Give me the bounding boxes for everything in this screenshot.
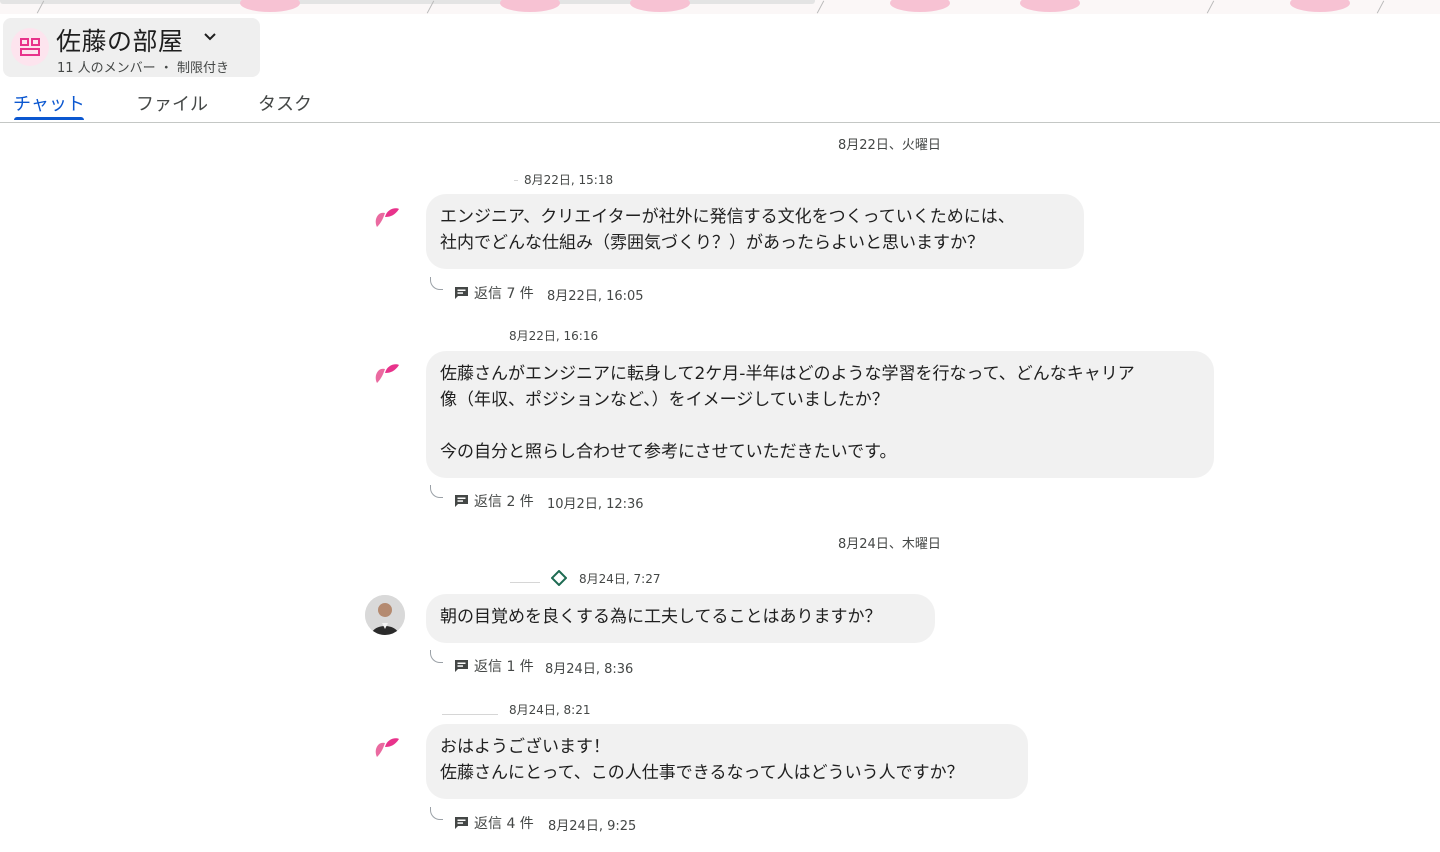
banner-petal <box>240 0 300 12</box>
tab-files[interactable]: ファイル <box>136 90 208 116</box>
reply-count: 返信 7 件 <box>474 286 534 302</box>
sender-name-redacted <box>510 582 540 583</box>
banner-petal <box>1020 0 1080 12</box>
petal-avatar-icon <box>375 208 399 227</box>
space-grid-icon <box>20 38 40 56</box>
petal-avatar-icon <box>375 364 399 383</box>
banner-petal <box>1290 0 1350 12</box>
sender-avatar[interactable] <box>366 352 406 392</box>
chevron-down-icon[interactable] <box>203 32 217 42</box>
tab-tasks[interactable]: タスク <box>258 90 312 116</box>
sender-avatar[interactable] <box>365 595 405 635</box>
last-reply-time: 8月24日, 8:36 <box>545 662 634 677</box>
last-reply-time: 8月22日, 16:05 <box>547 289 644 304</box>
reply-count: 返信 4 件 <box>474 816 534 832</box>
message-timestamp: 8月24日, 8:21 <box>509 703 591 717</box>
space-header-button[interactable]: 佐藤の部屋 11 人のメンバー ・ 制限付き <box>3 18 260 77</box>
comment-icon <box>455 817 468 829</box>
banner-petal <box>630 0 690 12</box>
thread-replies-link[interactable]: 返信 4 件 8月24日, 9:25 <box>430 807 690 834</box>
message-bubble[interactable]: 佐藤さんがエンジニアに転身して2ケ月-半年はどのような学習を行なって、どんなキャ… <box>426 351 1214 478</box>
reply-count: 返信 1 件 <box>474 659 534 675</box>
message-timestamp: 8月24日, 7:27 <box>579 572 661 586</box>
space-avatar <box>11 28 49 66</box>
active-tab-indicator <box>14 117 84 120</box>
last-reply-time: 8月24日, 9:25 <box>548 819 637 834</box>
comment-icon <box>455 495 468 507</box>
sender-avatar[interactable] <box>366 196 406 236</box>
banner-branch <box>816 0 825 14</box>
space-member-info: 11 人のメンバー ・ 制限付き <box>57 61 229 76</box>
top-scroll-strip <box>0 0 815 4</box>
space-title: 佐藤の部屋 <box>56 27 184 56</box>
reply-count: 返信 2 件 <box>474 494 534 510</box>
thread-replies-link[interactable]: 返信 7 件 8月22日, 16:05 <box>430 277 690 304</box>
tab-bar: チャット ファイル タスク <box>0 86 1440 123</box>
comment-icon <box>455 287 468 299</box>
thread-connector <box>430 807 443 820</box>
thread-connector <box>430 277 443 290</box>
sender-avatar[interactable] <box>366 726 406 766</box>
comment-icon <box>455 660 468 672</box>
thread-connector <box>430 485 443 498</box>
message-bubble[interactable]: 朝の目覚めを良くする為に工夫してることはありますか？ <box>426 594 935 643</box>
verified-badge-icon <box>551 570 567 586</box>
sender-name-redacted <box>514 180 518 181</box>
header-banner <box>0 0 1440 14</box>
tab-chat[interactable]: チャット <box>13 90 85 116</box>
last-reply-time: 10月2日, 12:36 <box>547 497 644 512</box>
message-bubble[interactable]: エンジニア、クリエイターが社外に発信する文化をつくっていくためには、 社内でどん… <box>426 194 1084 269</box>
date-divider: 8月24日、木曜日 <box>838 537 941 552</box>
message-bubble[interactable]: おはようございます！ 佐藤さんにとって、この人仕事できるなって人はどういう人です… <box>426 724 1028 799</box>
user-photo-icon <box>365 595 405 635</box>
banner-petal <box>500 0 560 12</box>
thread-replies-link[interactable]: 返信 2 件 10月2日, 12:36 <box>430 485 690 512</box>
date-divider: 8月22日、火曜日 <box>838 138 941 153</box>
message-timestamp: 8月22日, 16:16 <box>509 329 599 343</box>
message-timestamp: 8月22日, 15:18 <box>524 173 614 187</box>
sender-name-redacted <box>442 714 498 715</box>
petal-avatar-icon <box>375 738 399 757</box>
thread-replies-link[interactable]: 返信 1 件 8月24日, 8:36 <box>430 650 690 677</box>
chat-space-window: 佐藤の部屋 11 人のメンバー ・ 制限付き チャット ファイル タスク 8月2… <box>0 0 1440 852</box>
tabs-divider <box>0 122 1440 123</box>
banner-branch <box>1376 0 1385 14</box>
thread-connector <box>430 650 443 663</box>
banner-branch <box>1206 0 1215 14</box>
banner-petal <box>890 0 950 12</box>
